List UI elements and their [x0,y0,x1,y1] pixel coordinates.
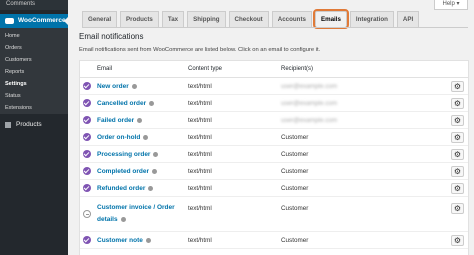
tab-checkout[interactable]: Checkout [228,11,269,27]
sidebar-sub-orders[interactable]: Orders [5,45,22,51]
recipient: Customer [281,237,309,244]
email-link[interactable]: Refunded order [97,185,154,192]
help-tip-icon[interactable] [148,185,154,191]
tab-api[interactable]: API [396,11,420,27]
admin-sidebar: Comments WooCommerce Home Orders Custome… [0,0,68,255]
email-link[interactable]: Cancelled order [97,100,155,107]
recipient: Customer [281,185,309,192]
sidebar-sub-extensions[interactable]: Extensions [5,105,32,111]
woocommerce-icon [5,18,14,24]
recipient: Customer [281,168,309,175]
email-link[interactable]: Processing order [97,151,159,158]
enabled-icon [83,82,91,90]
help-tip-icon[interactable] [143,134,149,140]
tab-general[interactable]: General [82,11,118,27]
help-tip-icon[interactable] [149,100,155,106]
email-table: Email Content type Recipient(s) New orde… [79,60,469,255]
sidebar-sub-home[interactable]: Home [5,33,20,39]
table-row: Processing order text/html Customer ⚙ [80,146,468,163]
table-row: Customer invoice / Order details text/ht… [80,197,468,232]
content-type: text/html [188,117,212,124]
gear-icon[interactable]: ⚙ [451,149,464,160]
sidebar-item-label: Products [16,121,42,128]
email-link[interactable]: Completed order [97,168,158,175]
content-type: text/html [188,185,212,192]
sidebar-sub-reports[interactable]: Reports [5,69,24,75]
help-tip-icon[interactable] [153,151,159,157]
help-tip-icon[interactable] [131,83,137,89]
recipient: user@example.com [281,100,338,107]
content-type: text/html [188,100,212,107]
gear-icon[interactable]: ⚙ [451,235,464,246]
help-tip-icon[interactable] [152,168,158,174]
table-row: Order on-hold text/html Customer ⚙ [80,129,468,146]
recipient: Customer [281,151,309,158]
sidebar-submenu: Home Orders Customers Reports Settings S… [0,28,68,114]
gear-icon[interactable]: ⚙ [451,183,464,194]
gear-icon[interactable]: ⚙ [451,166,464,177]
page-title: Email notifications [79,32,144,41]
tab-shipping[interactable]: Shipping [187,11,226,27]
gear-icon[interactable]: ⚙ [451,132,464,143]
table-row: Completed order text/html Customer ⚙ [80,163,468,180]
sidebar-item-products[interactable]: Products [0,118,68,132]
tab-emails[interactable]: Emails [312,9,349,29]
enabled-icon [83,99,91,107]
email-link[interactable]: New order [97,83,137,90]
enabled-icon [83,184,91,192]
recipient: user@example.com [281,117,338,124]
disabled-icon [83,210,91,218]
settings-tabs: General Products Tax Shipping Checkout A… [82,9,422,29]
enabled-icon [83,116,91,124]
content-type: text/html [188,205,212,212]
help-tip-icon[interactable] [137,117,143,123]
recipient: user@example.com [281,83,338,90]
table-row: New order text/html user@example.com ⚙ [80,78,468,95]
help-button[interactable]: Help ▾ [434,0,468,10]
content-type: text/html [188,168,212,175]
sidebar-sub-settings[interactable]: Settings [5,81,27,87]
enabled-icon [83,167,91,175]
sidebar-item-comments[interactable]: Comments [0,0,68,10]
sidebar-item-woocommerce[interactable]: WooCommerce [0,14,68,28]
active-arrow [64,17,68,25]
enabled-icon [83,150,91,158]
content-type: text/html [188,134,212,141]
enabled-icon [83,133,91,141]
products-icon [5,122,11,128]
column-header-content-type: Content type [188,66,223,72]
sidebar-sub-status[interactable]: Status [5,93,21,99]
table-row: Failed order text/html user@example.com … [80,112,468,129]
sidebar-item-label: WooCommerce [18,17,66,24]
enabled-icon [83,236,91,244]
help-tip-icon[interactable] [120,216,126,222]
recipient: Customer [281,134,309,141]
email-link[interactable]: Failed order [97,117,143,124]
content-type: text/html [188,83,212,90]
content-type: text/html [188,237,212,244]
table-row: Cancelled order text/html user@example.c… [80,95,468,112]
email-link[interactable]: Order on-hold [97,134,149,141]
tab-accounts[interactable]: Accounts [271,11,312,27]
help-tip-icon[interactable] [145,237,151,243]
column-header-email: Email [97,66,113,72]
tab-integration[interactable]: Integration [349,11,394,27]
recipient: Customer [281,205,309,212]
page-description: Email notifications sent from WooCommerc… [79,47,321,53]
gear-icon[interactable]: ⚙ [451,115,464,126]
sidebar-sub-customers[interactable]: Customers [5,57,32,63]
table-row: Refunded order text/html Customer ⚙ [80,180,468,197]
table-header: Email Content type Recipient(s) [80,61,468,78]
table-row: Customer note text/html Customer ⚙ [80,232,468,249]
column-header-recipients: Recipient(s) [281,66,314,72]
email-link[interactable]: Customer invoice / Order details [97,202,187,226]
gear-icon[interactable]: ⚙ [451,81,464,92]
tab-products[interactable]: Products [120,11,159,27]
gear-icon[interactable]: ⚙ [451,203,464,214]
tabs-divider [82,27,468,28]
content-type: text/html [188,151,212,158]
gear-icon[interactable]: ⚙ [451,98,464,109]
tab-tax[interactable]: Tax [161,11,185,27]
email-link[interactable]: Customer note [97,237,151,244]
